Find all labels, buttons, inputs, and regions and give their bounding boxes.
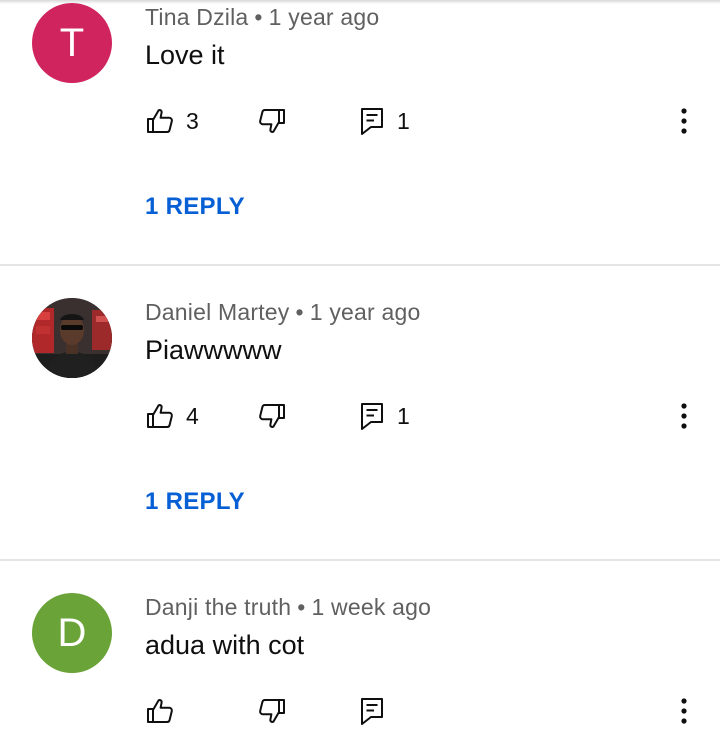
thumbs-up-icon <box>147 109 173 133</box>
comment-icon <box>361 698 383 725</box>
comment-author[interactable]: Tina Dzila <box>145 4 248 30</box>
dislike-button[interactable] <box>258 101 286 141</box>
thumbs-down-icon <box>259 699 285 723</box>
more-vertical-icon <box>681 108 687 134</box>
separator-dot: • <box>295 299 304 325</box>
comment-icon <box>361 403 383 430</box>
comment-author[interactable]: Daniel Martey <box>145 299 290 325</box>
thumbs-down-icon <box>259 109 285 133</box>
reply-button[interactable] <box>359 691 385 731</box>
avatar-letter: D <box>57 610 87 655</box>
separator-dot: • <box>254 4 263 30</box>
avatar[interactable] <box>32 298 112 378</box>
comment-icon <box>361 108 383 135</box>
divider <box>0 559 720 561</box>
like-count: 3 <box>186 107 199 134</box>
thumbs-up-icon <box>147 404 173 428</box>
thumbs-down-icon <box>259 404 285 428</box>
avatar-letter: T <box>59 20 85 65</box>
more-options-button[interactable] <box>672 396 696 436</box>
comment-author[interactable]: Danji the truth <box>145 594 291 620</box>
more-vertical-icon <box>681 403 687 429</box>
reply-button[interactable]: 1 <box>359 101 410 141</box>
dislike-button[interactable] <box>258 396 286 436</box>
reply-count: 1 <box>397 107 410 134</box>
comment-meta: Danji the truth • 1 week ago <box>145 594 431 621</box>
avatar[interactable]: D <box>32 593 112 673</box>
comment-time: 1 year ago <box>268 4 380 30</box>
more-vertical-icon <box>681 698 687 724</box>
like-count: 4 <box>186 402 199 429</box>
avatar[interactable]: T <box>32 3 112 83</box>
comment-actions: 4 1 <box>0 396 720 436</box>
separator-dot: • <box>297 594 306 620</box>
reply-button[interactable]: 1 <box>359 396 410 436</box>
comment-time: 1 week ago <box>311 594 432 620</box>
view-replies-link[interactable]: 1 REPLY <box>145 193 245 221</box>
like-button[interactable]: 4 <box>146 396 199 436</box>
like-button[interactable] <box>146 691 174 731</box>
comment-time: 1 year ago <box>309 299 421 325</box>
dislike-button[interactable] <box>258 691 286 731</box>
like-button[interactable]: 3 <box>146 101 199 141</box>
more-options-button[interactable] <box>672 101 696 141</box>
comment-meta: Daniel Martey • 1 year ago <box>145 299 420 326</box>
view-replies-link[interactable]: 1 REPLY <box>145 488 245 516</box>
divider <box>0 264 720 266</box>
comment-actions <box>0 691 720 731</box>
comments-page: T Tina Dzila • 1 year ago Love it 3 1 1 RE… <box>0 0 720 733</box>
comment-actions: 3 1 <box>0 101 720 141</box>
thumbs-up-icon <box>147 699 173 723</box>
reply-count: 1 <box>397 402 410 429</box>
comment-text: Piawwwww <box>145 335 282 365</box>
comment-text: Love it <box>145 40 225 70</box>
user-photo-icon <box>32 298 112 378</box>
comment-meta: Tina Dzila • 1 year ago <box>145 4 379 31</box>
more-options-button[interactable] <box>672 691 696 731</box>
comment-text: adua with cot <box>145 630 305 660</box>
